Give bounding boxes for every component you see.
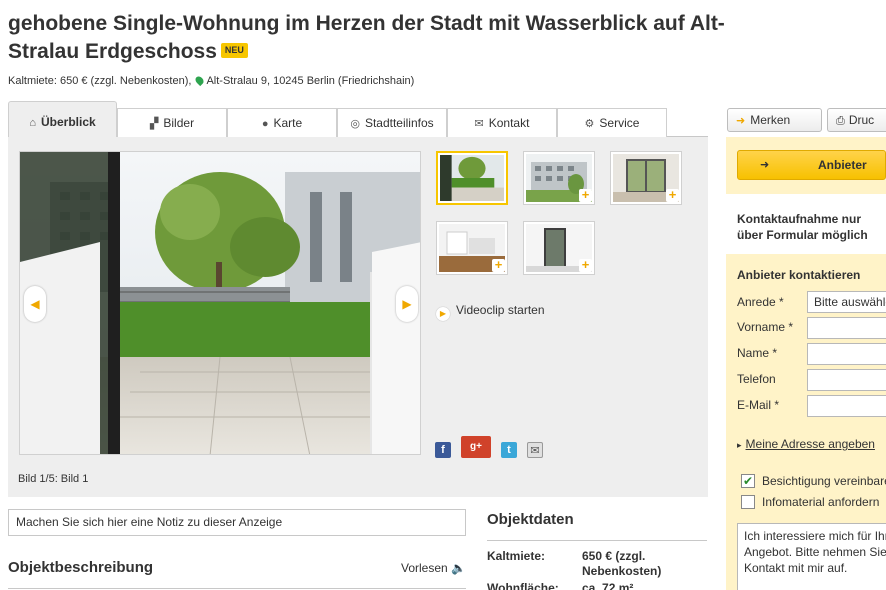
zoom-plus-icon: + [666,188,679,202]
anbieter-button[interactable]: ➜ Anbieter [737,150,886,180]
listing-address: Alt-Stralau 9, 10245 Berlin (Friedrichsh… [206,75,415,87]
tab-ueberblick[interactable]: ⌂ Überblick [8,101,117,138]
zoom-plus-icon: + [492,258,505,272]
note-input[interactable]: Machen Sie sich hier eine Notiz zu diese… [8,509,466,536]
vorlesen-button[interactable]: Vorlesen 🔈 [401,561,466,575]
google-plus-icon[interactable]: g+ [461,436,491,458]
objektdaten-label-wohnflaeche: Wohnfläche: [487,581,559,590]
drucken-label: Druc [848,113,875,127]
telefon-input[interactable] [807,369,886,391]
new-badge: NEU [220,43,248,58]
images-icon: ▞ [149,118,159,130]
name-input[interactable] [807,343,886,365]
image-counter: Bild 1/5: Bild 1 [18,473,89,485]
main-photo[interactable]: ◀ ▶ [19,151,421,455]
contact-note: Kontaktaufnahme nur über Formular möglic… [726,194,886,254]
address-link-label: Meine Adresse angeben [745,437,875,451]
contact-form-title: Anbieter kontaktieren [737,268,861,282]
objektdaten-value-kaltmiete: 650 € (zzgl. Nebenkosten) [582,549,662,578]
besichtigung-checkbox[interactable]: ✔ [741,474,755,488]
anrede-select[interactable]: Bitte auswählen [807,291,886,313]
chevron-left-icon: ◀ [30,297,40,311]
tab-bar: ⌂ Überblick ▞ Bilder ● Karte ◎ Stadtteilinfo… [8,101,708,138]
printer-icon: ⎙ [836,115,845,127]
thumbnail-3[interactable]: + [610,151,682,205]
main-photo-image [20,152,420,454]
listing-title: gehobene Single-Wohnung im Herzen der St… [8,10,728,66]
tab-label: Stadtteilinfos [364,116,434,130]
besichtigung-label: Besichtigung vereinbaren [762,474,886,488]
chevron-right-icon: ▶ [402,297,412,311]
anrede-label: Anrede * [737,295,784,309]
objektbeschreibung-title: Objektbeschreibung [8,559,154,576]
tab-stadtteilinfos[interactable]: ◎ Stadtteilinfos [337,108,447,137]
zoom-plus-icon: + [579,188,592,202]
drucken-button[interactable]: ⎙ Druc [827,108,886,132]
map-pin-icon [194,74,206,87]
objektbeschreibung-header: Objektbeschreibung Vorlesen 🔈 [8,559,466,589]
envelope-icon: ✉ [474,118,484,130]
listing-subline: Kaltmiete: 650 € (zzgl. Nebenkosten), Alt… [8,74,415,87]
arrow-right-icon: ➜ [736,115,746,127]
thumbnail-5[interactable]: + [523,221,595,275]
play-icon: ▶ [436,307,450,321]
tab-kontakt[interactable]: ✉ Kontakt [447,108,557,137]
tab-label: Überblick [40,115,96,129]
gallery-panel: ◀ ▶ + + + + ▶ Videoclip starten f g+ t ✉ … [8,137,708,497]
tab-label: Service [599,116,640,130]
prev-image-button[interactable]: ◀ [24,286,46,322]
facebook-icon[interactable]: f [435,442,451,458]
email-label: E-Mail * [737,398,780,412]
tab-label: Kontakt [488,116,530,130]
vorname-label: Vorname * [737,320,794,334]
email-share-icon[interactable]: ✉ [527,442,543,458]
triangle-right-icon: ▸ [737,440,742,450]
vorname-input[interactable] [807,317,886,339]
objektdaten-header: Objektdaten [487,511,707,541]
tab-label: Bilder [163,116,195,130]
thumbnail-1[interactable] [436,151,508,205]
merken-button[interactable]: ➜ Merken [727,108,822,132]
arrow-right-icon: ➜ [760,159,770,171]
checkmark-icon: ✔ [742,474,754,488]
infomaterial-checkbox[interactable] [741,495,755,509]
rent-summary: Kaltmiete: 650 € (zzgl. Nebenkosten), [8,75,192,87]
listing-title-text: gehobene Single-Wohnung im Herzen der St… [8,12,725,63]
infomaterial-label: Infomaterial anfordern [762,495,880,509]
telefon-label: Telefon [737,372,776,386]
merken-label: Merken [750,113,791,127]
target-icon: ◎ [350,118,360,130]
email-input[interactable] [807,395,886,417]
gears-icon: ⚙ [584,118,595,130]
message-textarea[interactable]: Ich interessiere mich für Ihr Angebot. B… [737,523,886,590]
map-pin-icon: ● [261,118,269,130]
objektdaten-label-kaltmiete: Kaltmiete: [487,549,546,563]
tab-bilder[interactable]: ▞ Bilder [117,108,227,137]
next-image-button[interactable]: ▶ [396,286,418,322]
name-label: Name * [737,346,778,360]
vorlesen-label: Vorlesen [401,561,448,575]
objektdaten-value-wohnflaeche: ca. 72 m² [582,581,634,590]
thumbnail-1-image [440,155,504,201]
thumbnail-4[interactable]: + [436,221,508,275]
tab-label: Karte [273,116,303,130]
speaker-icon: 🔈 [451,561,466,575]
anbieter-label: Anbieter [818,158,867,172]
tab-service[interactable]: ⚙ Service [557,108,667,137]
thumbnail-2[interactable]: + [523,151,595,205]
video-label: Videoclip starten [456,303,545,317]
address-link[interactable]: ▸ Meine Adresse angeben [737,437,875,451]
twitter-icon[interactable]: t [501,442,517,458]
tab-karte[interactable]: ● Karte [227,108,337,137]
video-link[interactable]: ▶ Videoclip starten [436,303,545,321]
zoom-plus-icon: + [579,258,592,272]
